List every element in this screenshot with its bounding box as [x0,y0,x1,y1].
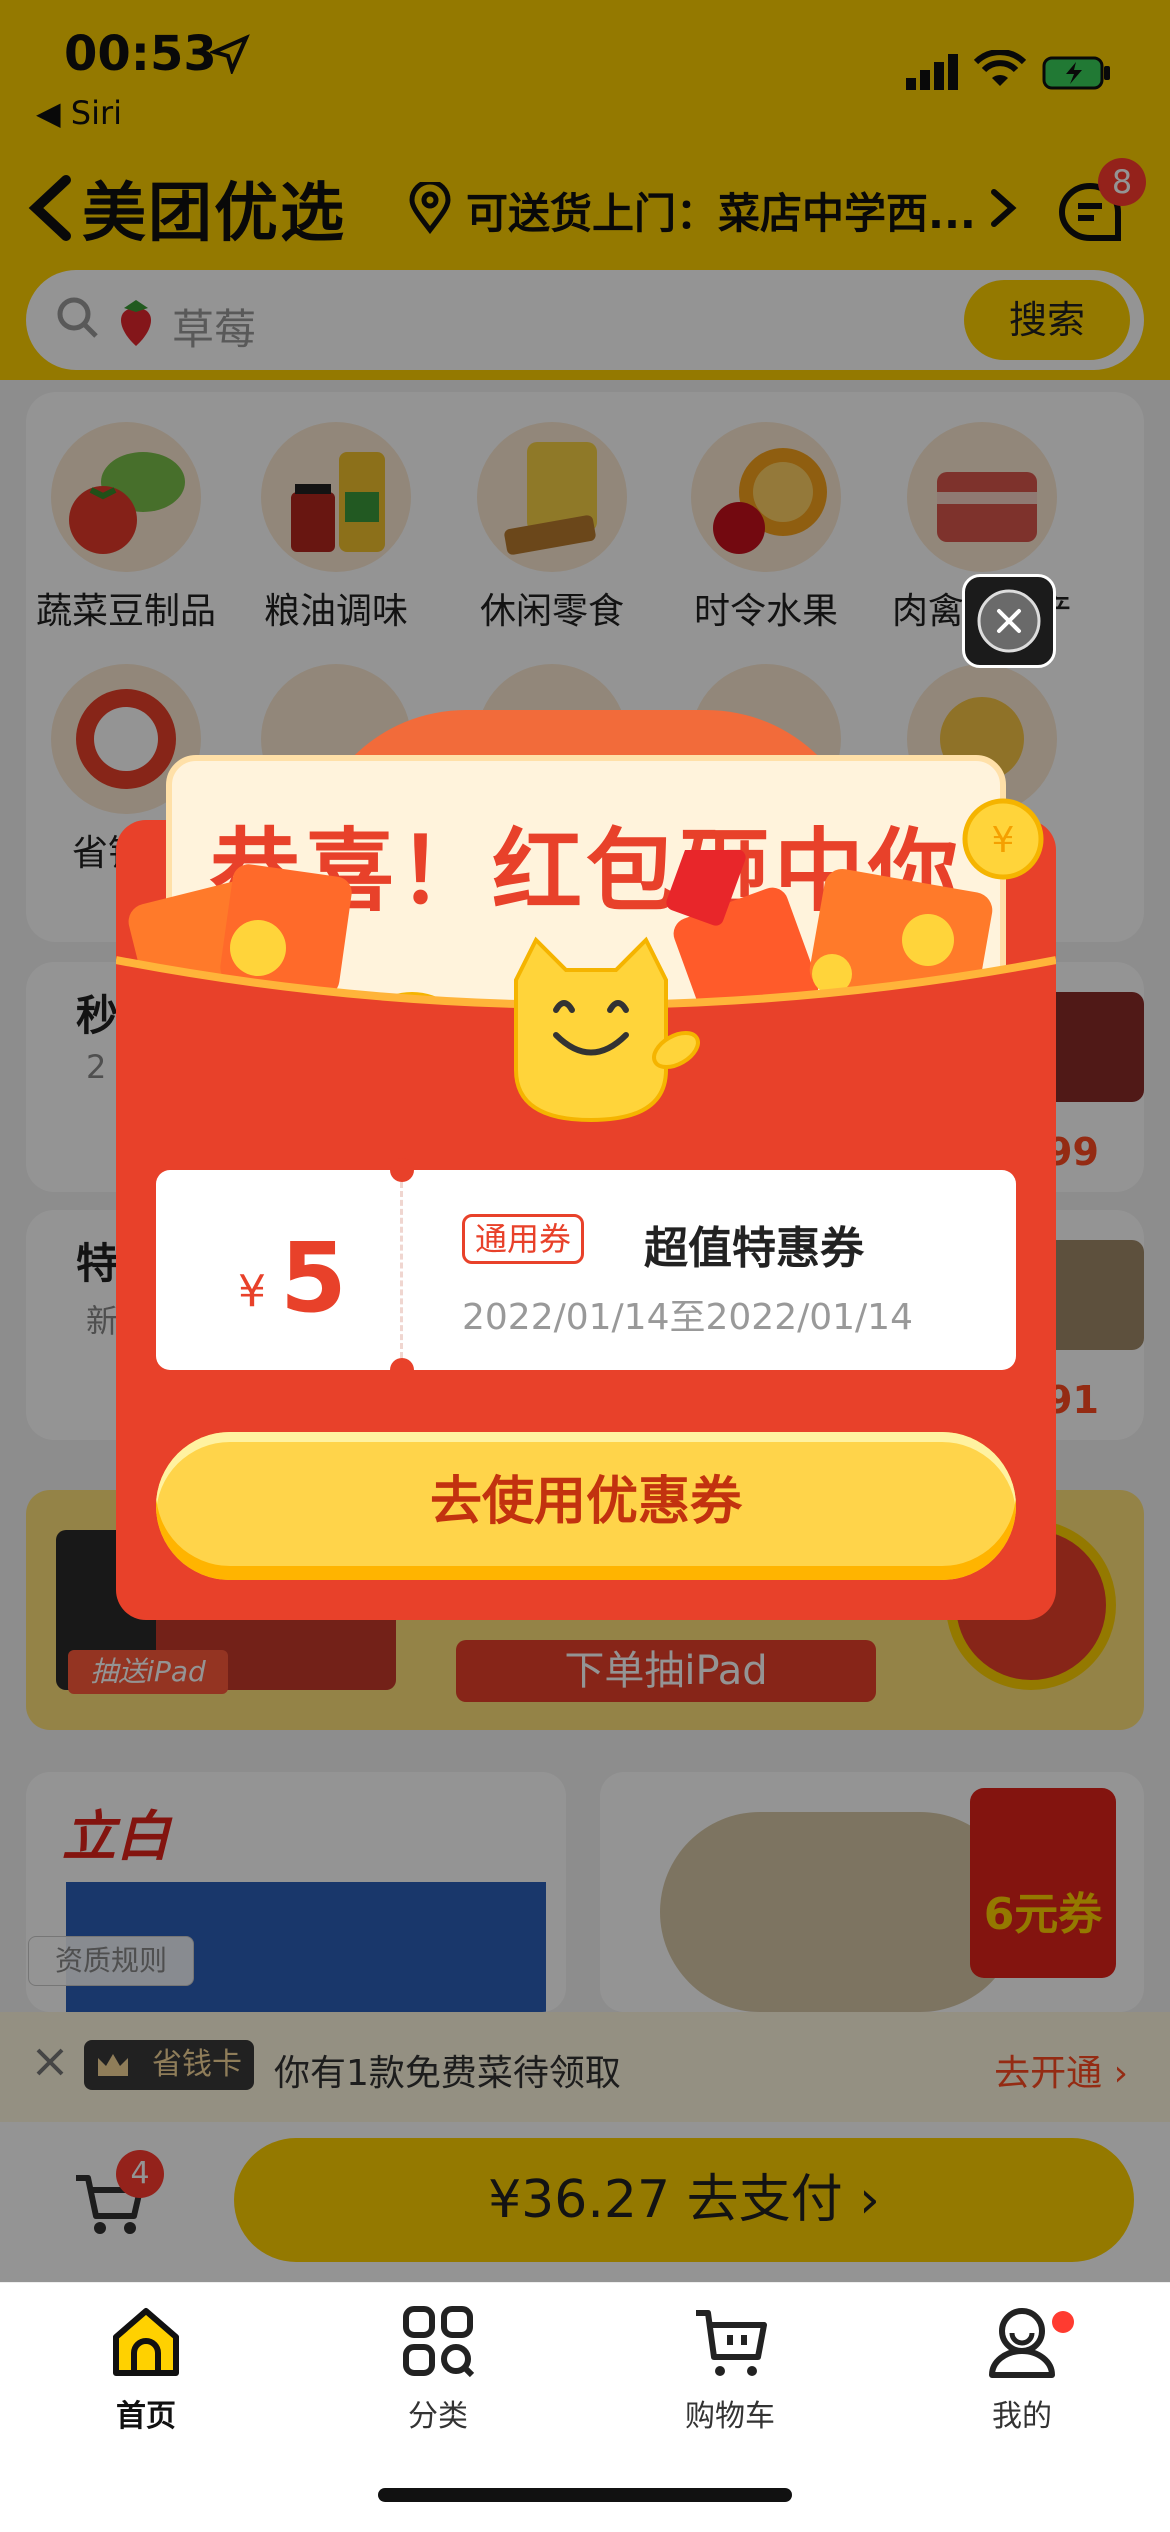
coupon-notch [390,1358,414,1382]
coupon-card[interactable]: ¥ 5 通用券 超值特惠券 2022/01/14至2022/01/14 [156,1158,1016,1382]
coin-icon: ¥ [962,798,1044,880]
home-icon [113,2308,179,2376]
mascot-icon [514,936,700,1123]
coupon-name: 超值特惠券 [644,1223,864,1274]
modal-close-button[interactable] [962,574,1056,668]
tab-home[interactable]: 首页 [46,2301,246,2435]
svg-text:¥: ¥ [992,820,1015,861]
coupon-amount: 5 [280,1222,347,1334]
coupon-divider [400,1182,403,1358]
coupon-validity: 2022/01/14至2022/01/14 [462,1297,913,1338]
coupon-notch [390,1158,414,1182]
tab-cart[interactable]: 购物车 [630,2301,830,2435]
use-coupon-button[interactable]: 去使用优惠券 [156,1432,1016,1580]
cart-icon [696,2310,767,2376]
tab-category[interactable]: 分类 [338,2301,538,2435]
red-packet-modal: 恭喜！红包砸中你 ¥ ¥ ¥ 5 通用券 超值特惠券 [116,700,1056,1620]
coupon-currency: ¥ [238,1266,266,1317]
close-icon [977,589,1041,653]
tab-profile[interactable]: 我的 [922,2301,1122,2435]
category-icon [403,2306,475,2378]
profile-icon [989,2308,1055,2378]
notification-dot [1052,2311,1074,2333]
coupon-type-tag: 通用券 [462,1214,585,1264]
home-indicator [378,2488,792,2502]
